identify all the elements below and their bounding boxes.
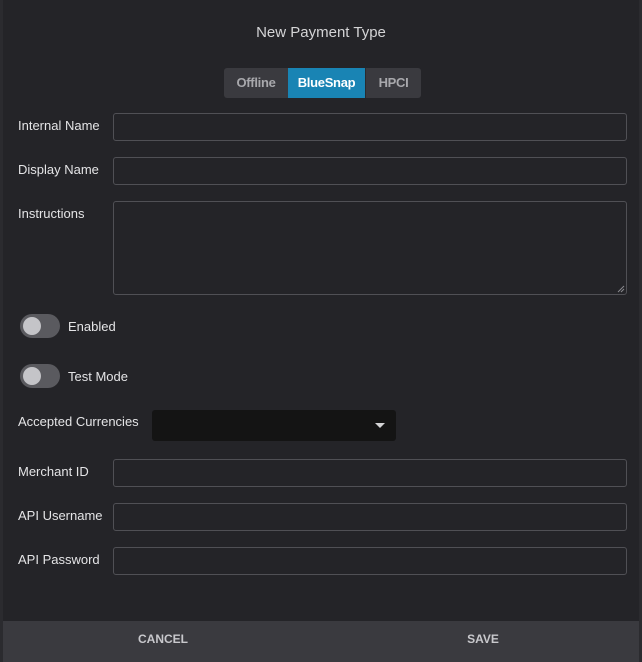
toggle-knob bbox=[23, 367, 41, 385]
tab-offline[interactable]: Offline bbox=[224, 68, 288, 98]
payment-type-dialog: New Payment Type Offline BlueSnap HPCI I… bbox=[3, 0, 639, 662]
api-password-input[interactable] bbox=[113, 547, 627, 575]
enabled-label: Enabled bbox=[68, 319, 116, 334]
resize-grip-icon[interactable] bbox=[617, 285, 625, 293]
merchant-id-label: Merchant ID bbox=[18, 464, 89, 479]
dialog-title: New Payment Type bbox=[256, 24, 386, 41]
instructions-textarea[interactable] bbox=[113, 201, 627, 295]
api-password-label: API Password bbox=[18, 552, 100, 567]
merchant-id-input[interactable] bbox=[113, 459, 627, 487]
display-name-input[interactable] bbox=[113, 157, 627, 185]
internal-name-input[interactable] bbox=[113, 113, 627, 141]
api-username-input[interactable] bbox=[113, 503, 627, 531]
dialog-footer: CANCEL SAVE bbox=[3, 621, 639, 662]
save-button[interactable]: SAVE bbox=[423, 621, 543, 657]
display-name-label: Display Name bbox=[18, 162, 99, 177]
tab-bluesnap[interactable]: BlueSnap bbox=[288, 68, 365, 98]
test-mode-toggle[interactable] bbox=[20, 364, 60, 388]
tab-hpci[interactable]: HPCI bbox=[365, 68, 421, 98]
enabled-toggle[interactable] bbox=[20, 314, 60, 338]
provider-tabs: Offline BlueSnap HPCI bbox=[224, 68, 421, 98]
caret-down-icon bbox=[375, 423, 385, 428]
toggle-knob bbox=[23, 317, 41, 335]
internal-name-label: Internal Name bbox=[18, 118, 100, 133]
accepted-currencies-label: Accepted Currencies bbox=[18, 414, 139, 429]
accepted-currencies-select[interactable] bbox=[152, 410, 396, 441]
cancel-button[interactable]: CANCEL bbox=[103, 621, 223, 657]
instructions-label: Instructions bbox=[18, 206, 85, 221]
api-username-label: API Username bbox=[18, 508, 103, 523]
test-mode-label: Test Mode bbox=[68, 369, 128, 384]
